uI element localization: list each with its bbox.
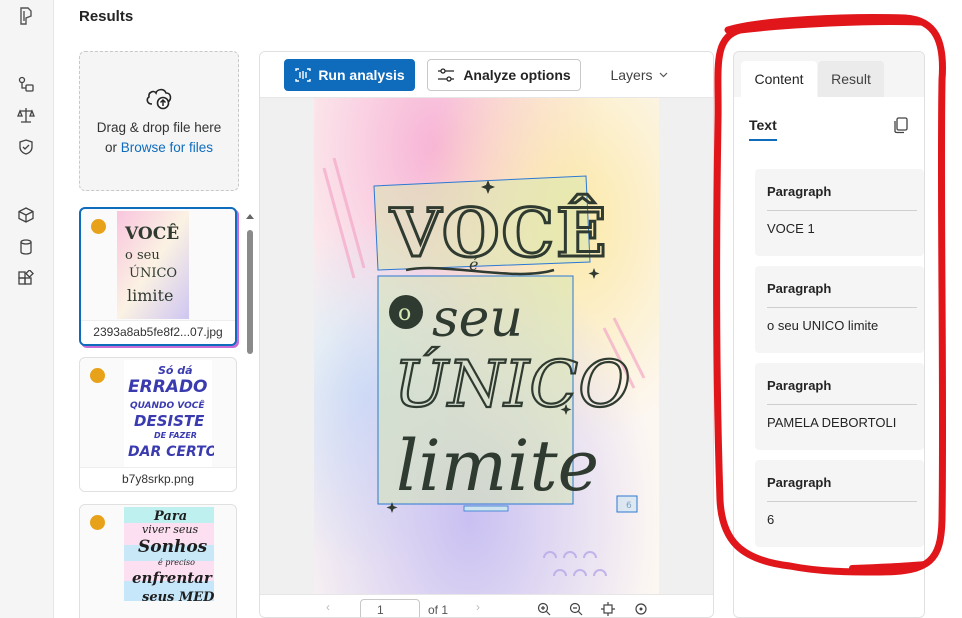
page-number-input[interactable]: 1 bbox=[360, 599, 420, 617]
database-icon[interactable] bbox=[16, 237, 36, 257]
dropzone-browse-line: or Browse for files bbox=[105, 138, 213, 158]
file-preview-1: VOCÊ o seu ÚNICO limite bbox=[117, 211, 189, 319]
svg-text:limite: limite bbox=[396, 425, 599, 507]
document-viewer: Run analysis Analyze options Layers VOCÊ… bbox=[259, 51, 714, 618]
file-thumb-3[interactable]: Para viver seus Sonhos é preciso enfrent… bbox=[79, 504, 237, 618]
layers-dropdown[interactable]: Layers bbox=[604, 59, 674, 91]
svg-text:DE FAZER: DE FAZER bbox=[154, 431, 197, 440]
box-icon[interactable] bbox=[16, 205, 36, 225]
scale-icon[interactable] bbox=[16, 105, 36, 125]
svg-text:ÚNICO: ÚNICO bbox=[129, 264, 177, 281]
dropzone-or: or bbox=[104, 140, 121, 155]
document-image: VOCÊ é o seu ÚNICO limite 6 bbox=[314, 98, 659, 594]
zoom-out-icon[interactable] bbox=[569, 602, 583, 616]
svg-text:Para: Para bbox=[153, 509, 187, 524]
file-preview-2: Só dá ERRADO QUANDO VOCÊ DESISTE DE FAZE… bbox=[124, 360, 214, 468]
paragraph-title: Paragraph bbox=[767, 281, 832, 296]
file-thumb-1[interactable]: VOCÊ o seu ÚNICO limite 2393a8ab5fe8f2..… bbox=[79, 207, 237, 346]
scroll-up-arrow-icon[interactable] bbox=[246, 214, 254, 219]
file-name: b7y8srkp.png bbox=[80, 467, 236, 491]
svg-text:o seu: o seu bbox=[125, 248, 160, 263]
svg-text:ERRADO: ERRADO bbox=[128, 377, 208, 397]
file-list-scrollbar[interactable] bbox=[244, 212, 256, 618]
svg-text:QUANDO VOCÊ: QUANDO VOCÊ bbox=[130, 400, 205, 411]
svg-text:enfrentar: enfrentar bbox=[132, 569, 213, 587]
divider bbox=[767, 210, 917, 211]
copy-icon[interactable] bbox=[892, 116, 910, 134]
svg-text:é preciso: é preciso bbox=[158, 558, 195, 567]
results-panel: Content Result Text Paragraph VOCE 1 Par… bbox=[733, 51, 925, 618]
flow-icon[interactable] bbox=[16, 74, 36, 94]
analyze-options-label: Analyze options bbox=[463, 67, 571, 83]
results-tabs: Content Result bbox=[734, 52, 924, 97]
paragraph-text: VOCE 1 bbox=[767, 221, 815, 236]
paragraph-card[interactable]: Paragraph VOCE 1 bbox=[755, 169, 924, 256]
chevron-down-icon bbox=[659, 72, 667, 78]
paragraph-text: 6 bbox=[767, 512, 775, 527]
analyze-options-button[interactable]: Analyze options bbox=[427, 59, 581, 91]
scroll-thumb[interactable] bbox=[247, 230, 253, 354]
svg-text:o: o bbox=[398, 301, 411, 326]
paragraph-title: Paragraph bbox=[767, 475, 832, 490]
divider bbox=[767, 307, 917, 308]
apps-icon[interactable] bbox=[16, 269, 36, 289]
divider bbox=[767, 404, 917, 405]
paragraph-title: Paragraph bbox=[767, 184, 832, 199]
svg-text:viver seus: viver seus bbox=[142, 523, 198, 536]
next-page-icon[interactable]: › bbox=[476, 600, 480, 614]
browse-files-link[interactable]: Browse for files bbox=[121, 140, 213, 155]
viewer-toolbar: Run analysis Analyze options Layers bbox=[260, 52, 713, 98]
page-count: of 1 bbox=[428, 603, 449, 617]
paragraph-card[interactable]: Paragraph 6 bbox=[755, 460, 924, 547]
svg-text:Sonhos: Sonhos bbox=[138, 537, 208, 557]
file-name: 2393a8ab5fe8f2...07.jpg bbox=[81, 320, 235, 344]
rotate-icon[interactable] bbox=[634, 602, 648, 616]
main-area: Results Drag & drop file here or Browse … bbox=[54, 0, 962, 618]
file-thumb-2[interactable]: Só dá ERRADO QUANDO VOCÊ DESISTE DE FAZE… bbox=[79, 357, 237, 492]
panel-body: Text Paragraph VOCE 1 Paragraph o seu UN… bbox=[734, 97, 924, 617]
subtab-text[interactable]: Text bbox=[749, 117, 777, 141]
options-sliders-icon bbox=[438, 68, 455, 82]
svg-text:VOCÊ: VOCÊ bbox=[389, 194, 608, 272]
document-badge: 6 bbox=[626, 501, 632, 511]
svg-text:limite: limite bbox=[127, 286, 173, 305]
paragraph-card[interactable]: Paragraph PAMELA DEBORTOLI bbox=[755, 363, 924, 450]
svg-text:Só dá: Só dá bbox=[158, 364, 193, 377]
file-preview-3: Para viver seus Sonhos é preciso enfrent… bbox=[124, 507, 214, 605]
page-title: Results bbox=[79, 8, 134, 25]
run-analysis-button[interactable]: Run analysis bbox=[284, 59, 415, 91]
svg-text:DESISTE: DESISTE bbox=[134, 412, 205, 430]
tab-content[interactable]: Content bbox=[741, 61, 817, 97]
svg-text:seus MEDOS: seus MEDOS bbox=[142, 590, 214, 605]
divider bbox=[767, 501, 917, 502]
analysis-icon bbox=[295, 68, 312, 82]
paragraph-card[interactable]: Paragraph o seu UNICO limite bbox=[755, 266, 924, 353]
previous-page-icon[interactable]: ‹ bbox=[326, 600, 330, 614]
layers-label: Layers bbox=[610, 67, 653, 83]
svg-text:VOCÊ: VOCÊ bbox=[124, 223, 179, 244]
paragraph-title: Paragraph bbox=[767, 378, 832, 393]
canvas-area: VOCÊ é o seu ÚNICO limite 6 bbox=[260, 98, 713, 594]
file-list: VOCÊ o seu ÚNICO limite 2393a8ab5fe8f2..… bbox=[79, 207, 239, 618]
zoom-in-icon[interactable] bbox=[537, 602, 551, 616]
page-navigation: ‹ 1 of 1 › bbox=[260, 594, 713, 617]
shield-icon[interactable] bbox=[16, 137, 36, 157]
cloud-upload-icon bbox=[146, 88, 172, 110]
document-page[interactable]: VOCÊ é o seu ÚNICO limite 6 bbox=[314, 98, 659, 594]
svg-text:seu: seu bbox=[432, 289, 523, 349]
fit-page-icon[interactable] bbox=[601, 602, 615, 616]
logo-icon[interactable] bbox=[16, 6, 36, 26]
tab-result[interactable]: Result bbox=[818, 61, 884, 97]
dropzone-text: Drag & drop file here bbox=[96, 120, 222, 135]
paragraph-text: o seu UNICO limite bbox=[767, 318, 879, 333]
svg-text:ÚNICO: ÚNICO bbox=[394, 347, 631, 422]
paragraph-text: PAMELA DEBORTOLI bbox=[767, 415, 897, 430]
svg-text:DAR CERTO: DAR CERTO bbox=[128, 444, 214, 460]
run-analysis-label: Run analysis bbox=[318, 67, 405, 83]
left-nav-rail bbox=[0, 0, 54, 618]
file-dropzone[interactable]: Drag & drop file here or Browse for file… bbox=[79, 51, 239, 191]
